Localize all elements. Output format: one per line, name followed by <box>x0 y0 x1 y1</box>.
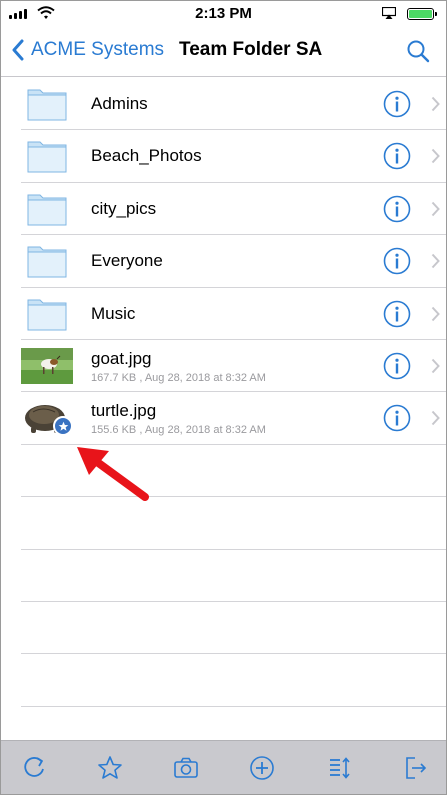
search-icon[interactable] <box>406 39 430 63</box>
goat-thumbnail <box>21 347 73 384</box>
list-item-everyone[interactable]: Everyone <box>21 235 446 288</box>
file-meta: 155.6 KB , Aug 28, 2018 at 8:32 AM <box>91 424 266 437</box>
chevron-right-icon <box>431 411 440 426</box>
list-item-city-pics[interactable]: city_pics <box>21 183 446 236</box>
battery-icon <box>407 8 437 20</box>
chevron-right-icon <box>431 306 440 321</box>
app-frame: 2:13 PM ACME Systems Team Folder SA Admi… <box>0 0 447 795</box>
back-label: ACME Systems <box>31 39 165 60</box>
back-button[interactable]: ACME Systems <box>11 39 164 61</box>
star-icon[interactable] <box>97 755 123 781</box>
file-name: city_pics <box>91 198 157 218</box>
info-icon[interactable] <box>383 195 411 223</box>
sort-icon[interactable] <box>327 755 353 781</box>
folder-icon <box>27 246 67 278</box>
star-icon <box>58 421 68 431</box>
annotation-arrow-icon <box>77 447 149 501</box>
file-name: turtle.jpg <box>91 401 157 421</box>
info-icon[interactable] <box>383 300 411 328</box>
battery-level <box>409 10 432 18</box>
empty-row <box>21 602 446 655</box>
list-item-turtle[interactable]: turtle.jpg 155.6 KB , Aug 28, 2018 at 8:… <box>21 392 446 445</box>
info-icon[interactable] <box>383 404 411 432</box>
list-item-music[interactable]: Music <box>21 288 446 340</box>
list-item-goat[interactable]: goat.jpg 167.7 KB , Aug 28, 2018 at 8:32… <box>21 340 446 393</box>
chevron-left-icon <box>12 39 24 61</box>
folder-icon <box>27 194 67 226</box>
info-icon[interactable] <box>383 352 411 380</box>
empty-row <box>21 550 446 602</box>
file-meta: 167.7 KB , Aug 28, 2018 at 8:32 AM <box>91 371 266 384</box>
file-name: goat.jpg <box>91 348 152 368</box>
chevron-right-icon <box>431 149 440 164</box>
file-name: Music <box>91 303 136 323</box>
navigation-bar: ACME Systems Team Folder SA <box>1 27 446 77</box>
empty-row <box>21 654 446 707</box>
empty-row <box>21 497 446 550</box>
page-title: Team Folder SA <box>179 39 323 60</box>
chevron-right-icon <box>431 201 440 216</box>
chevron-right-icon <box>431 96 440 112</box>
camera-icon[interactable] <box>173 755 199 781</box>
refresh-icon[interactable] <box>21 755 47 781</box>
airplay-icon <box>382 7 396 19</box>
info-icon[interactable] <box>383 90 411 118</box>
chevron-right-icon <box>431 253 440 269</box>
chevron-right-icon <box>431 358 440 374</box>
info-icon[interactable] <box>383 142 411 170</box>
status-bar: 2:13 PM <box>1 1 446 27</box>
file-name: Everyone <box>91 251 163 271</box>
file-name: Admins <box>91 94 148 113</box>
file-name: Beach_Photos <box>91 146 202 166</box>
info-icon[interactable] <box>383 247 411 275</box>
add-icon[interactable] <box>249 755 275 781</box>
list-item-admins[interactable]: Admins <box>21 78 446 131</box>
list-item-beach-photos[interactable]: Beach_Photos <box>21 130 446 183</box>
folder-icon <box>27 299 67 331</box>
status-time: 2:13 PM <box>195 5 252 22</box>
file-list: Admins Beach_Photos city_pics Everyone M… <box>1 78 446 707</box>
exit-icon[interactable] <box>403 755 429 781</box>
folder-icon <box>27 141 67 173</box>
bottom-toolbar <box>1 740 446 794</box>
folder-icon <box>27 89 67 121</box>
